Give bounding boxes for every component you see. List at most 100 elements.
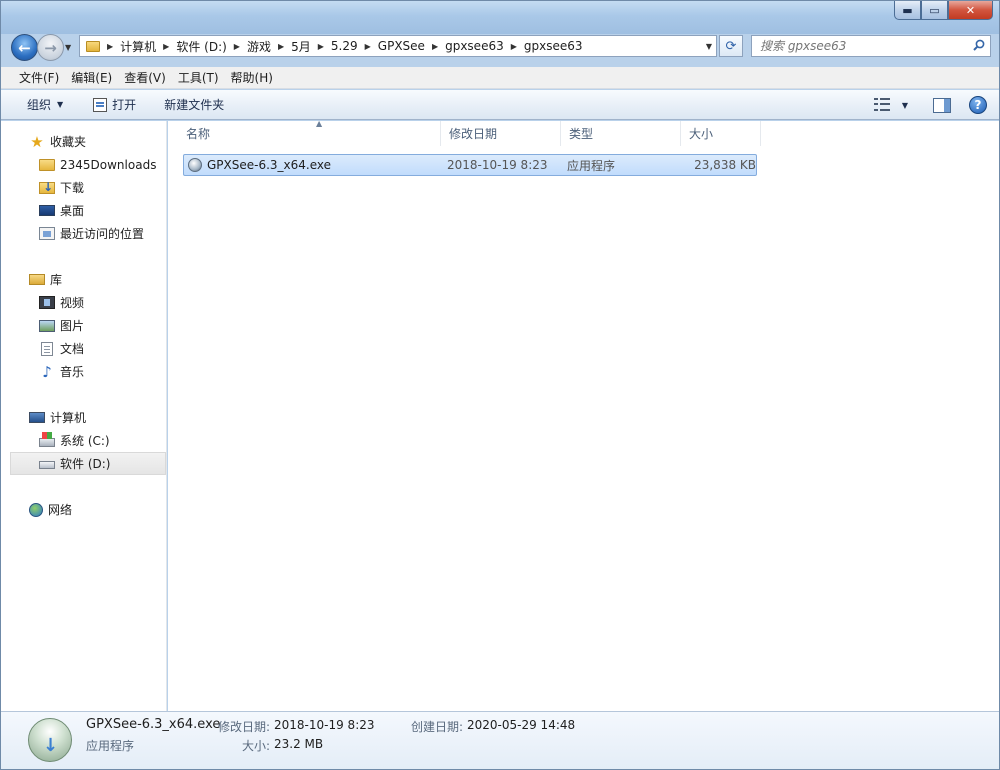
recent-places-icon (39, 227, 55, 240)
header-spacer (168, 121, 178, 146)
sidebar-item-desktop[interactable]: 桌面 (1, 199, 167, 222)
breadcrumb-separator-icon[interactable]: ▶ (160, 42, 172, 51)
back-button[interactable]: ← (11, 34, 38, 61)
sidebar-item-label: 下载 (60, 181, 85, 195)
breadcrumb-separator-icon[interactable]: ▶ (275, 42, 287, 51)
menu-edit[interactable]: 编辑(E) (65, 68, 118, 88)
details-filetype: 应用程序 (86, 739, 135, 753)
breadcrumb-separator-icon[interactable]: ▶ (429, 42, 441, 51)
breadcrumb-separator-icon[interactable]: ▶ (362, 42, 374, 51)
breadcrumb-item[interactable]: 软件 (D:) (172, 36, 230, 56)
sidebar-item-label: 图片 (60, 319, 85, 333)
column-header-name[interactable]: 名称 ▲ (178, 119, 441, 146)
details-modified-label: 修改日期: (218, 720, 271, 734)
address-bar[interactable]: ▶ 计算机 ▶ 软件 (D:) ▶ 游戏 ▶ 5月 ▶ 5.29 ▶ GPXSe… (79, 35, 717, 57)
sidebar-item-label: 音乐 (60, 365, 85, 379)
file-name-cell: GPXSee-6.3_x64.exe (184, 155, 426, 175)
organize-label: 组织 (27, 98, 52, 112)
column-header-size[interactable]: 大小 (681, 121, 761, 146)
breadcrumb-item[interactable]: 计算机 (116, 36, 160, 56)
chevron-down-icon: ▼ (901, 100, 908, 110)
sidebar-item-libraries[interactable]: 库 (1, 268, 167, 291)
open-label: 打开 (112, 98, 137, 112)
sidebar-item-recent-places[interactable]: 最近访问的位置 (1, 222, 167, 245)
sidebar-item-label: 2345Downloads (60, 157, 157, 172)
breadcrumb-separator-icon[interactable]: ▶ (315, 42, 327, 51)
sidebar-item-label: 软件 (D:) (60, 457, 111, 471)
change-view-button[interactable]: ▼ (867, 93, 915, 117)
new-folder-button[interactable]: 新建文件夹 (157, 93, 231, 117)
breadcrumb-separator-icon[interactable]: ▶ (508, 42, 520, 51)
column-header-type[interactable]: 类型 (561, 121, 681, 146)
search-icon[interactable] (973, 39, 985, 51)
organize-button[interactable]: 组织 ▼ (20, 93, 70, 117)
desktop-icon (39, 205, 55, 216)
minimize-button[interactable]: ▬ (894, 1, 921, 20)
menu-view[interactable]: 查看(V) (118, 68, 172, 88)
sidebar-item-videos[interactable]: 视频 (1, 291, 167, 314)
favorites-group: ★ 收藏夹 2345Downloads 下载 桌面 最近访问的位置 (1, 130, 167, 245)
breadcrumb-item[interactable]: 5月 (287, 36, 315, 56)
folder-icon (39, 158, 55, 171)
column-header-date-modified[interactable]: 修改日期 (441, 121, 561, 146)
sidebar-item-documents[interactable]: 文档 (1, 337, 167, 360)
sidebar-item-label: 计算机 (50, 411, 87, 425)
menu-tools[interactable]: 工具(T) (172, 68, 225, 88)
help-icon[interactable]: ? (969, 96, 987, 114)
breadcrumb-item[interactable]: GPXSee (374, 36, 429, 56)
sidebar-item-downloads[interactable]: 下载 (1, 176, 167, 199)
star-icon: ★ (30, 132, 44, 151)
sidebar-item-drive-d[interactable]: 软件 (D:) (10, 452, 166, 475)
close-button[interactable]: ✕ (948, 1, 993, 20)
file-modified-cell: 2018-10-19 8:23 (447, 158, 548, 172)
sidebar-item-2345downloads[interactable]: 2345Downloads (1, 153, 167, 176)
menu-help[interactable]: 帮助(H) (225, 68, 279, 88)
details-filename: GPXSee-6.3_x64.exe (86, 717, 221, 732)
breadcrumb-item[interactable]: 5.29 (327, 36, 362, 56)
file-name: GPXSee-6.3_x64.exe (207, 158, 332, 172)
picture-icon (39, 319, 55, 332)
search-input[interactable] (752, 36, 962, 56)
command-bar-right: ▼ ? (867, 93, 987, 117)
details-size-label: 大小: (242, 739, 271, 753)
search-box[interactable] (751, 35, 991, 57)
sidebar-item-favorites[interactable]: ★ 收藏夹 (1, 130, 167, 153)
column-label: 类型 (569, 127, 594, 141)
details-modified-value: 2018-10-19 8:23 (274, 718, 375, 732)
chevron-down-icon: ▼ (57, 100, 64, 109)
sidebar-item-label: 文档 (60, 342, 85, 356)
table-row[interactable]: GPXSee-6.3_x64.exe 2018-10-19 8:23 应用程序 … (183, 154, 757, 176)
breadcrumb-item[interactable]: 游戏 (243, 36, 275, 56)
details-created-label: 创建日期: (411, 720, 464, 734)
sort-ascending-icon: ▲ (316, 119, 323, 128)
refresh-button[interactable]: ⟳ (719, 35, 743, 57)
address-history-chevron-down-icon[interactable]: ▼ (706, 42, 712, 51)
breadcrumb-item[interactable]: gpxsee63 (520, 36, 587, 56)
sidebar-item-label: 最近访问的位置 (60, 227, 145, 241)
open-button[interactable]: 打开 (86, 93, 143, 117)
sidebar-item-label: 收藏夹 (50, 135, 87, 149)
back-arrow-icon: ← (18, 38, 31, 57)
recent-pages-chevron-down-icon[interactable]: ▼ (65, 43, 71, 52)
sidebar-item-computer[interactable]: 计算机 (1, 406, 167, 429)
maximize-button[interactable]: ▭ (921, 1, 948, 20)
breadcrumb-separator-icon[interactable]: ▶ (104, 42, 116, 51)
computer-group: 计算机 系统 (C:) 软件 (D:) (1, 406, 167, 475)
details-created-value: 2020-05-29 14:48 (467, 718, 576, 732)
title-bar: ▬ ▭ ✕ (1, 1, 999, 34)
forward-button[interactable]: → (37, 34, 64, 61)
navigation-pane: ★ 收藏夹 2345Downloads 下载 桌面 最近访问的位置 (1, 121, 167, 711)
column-header-row: 名称 ▲ 修改日期 类型 大小 (168, 119, 999, 146)
sidebar-item-pictures[interactable]: 图片 (1, 314, 167, 337)
refresh-icon: ⟳ (725, 38, 737, 54)
computer-icon (29, 412, 45, 423)
preview-pane-icon[interactable] (933, 97, 951, 113)
command-bar: 组织 ▼ 打开 新建文件夹 ▼ ? (1, 90, 999, 120)
installer-icon (28, 718, 72, 762)
menu-file[interactable]: 文件(F) (13, 68, 65, 88)
breadcrumb-separator-icon[interactable]: ▶ (231, 42, 243, 51)
sidebar-item-network[interactable]: 网络 (1, 498, 167, 521)
sidebar-item-drive-c[interactable]: 系统 (C:) (1, 429, 167, 452)
sidebar-item-music[interactable]: ♪ 音乐 (1, 360, 167, 383)
breadcrumb-item[interactable]: gpxsee63 (441, 36, 508, 56)
